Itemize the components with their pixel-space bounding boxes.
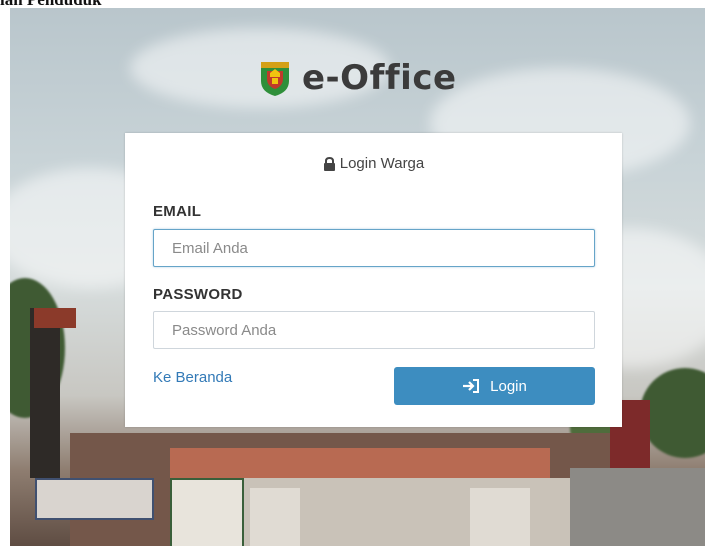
- brand-logo: e-Office: [258, 52, 457, 104]
- email-label: EMAIL: [153, 203, 202, 220]
- password-input[interactable]: [153, 311, 595, 349]
- home-link[interactable]: Ke Beranda: [153, 369, 232, 386]
- sign-in-icon: [463, 379, 480, 393]
- login-heading: Login Warga: [125, 155, 622, 172]
- brand-title: e-Office: [302, 58, 457, 98]
- password-label: PASSWORD: [153, 286, 243, 303]
- login-heading-text: Login Warga: [339, 155, 425, 172]
- login-button-label: Login: [490, 377, 527, 395]
- lock-icon: [323, 156, 335, 171]
- email-input[interactable]: [153, 229, 595, 267]
- login-button[interactable]: Login: [394, 367, 595, 405]
- emblem-icon: [261, 62, 289, 96]
- login-card: Login Warga EMAIL PASSWORD Ke Beranda Lo…: [125, 133, 622, 427]
